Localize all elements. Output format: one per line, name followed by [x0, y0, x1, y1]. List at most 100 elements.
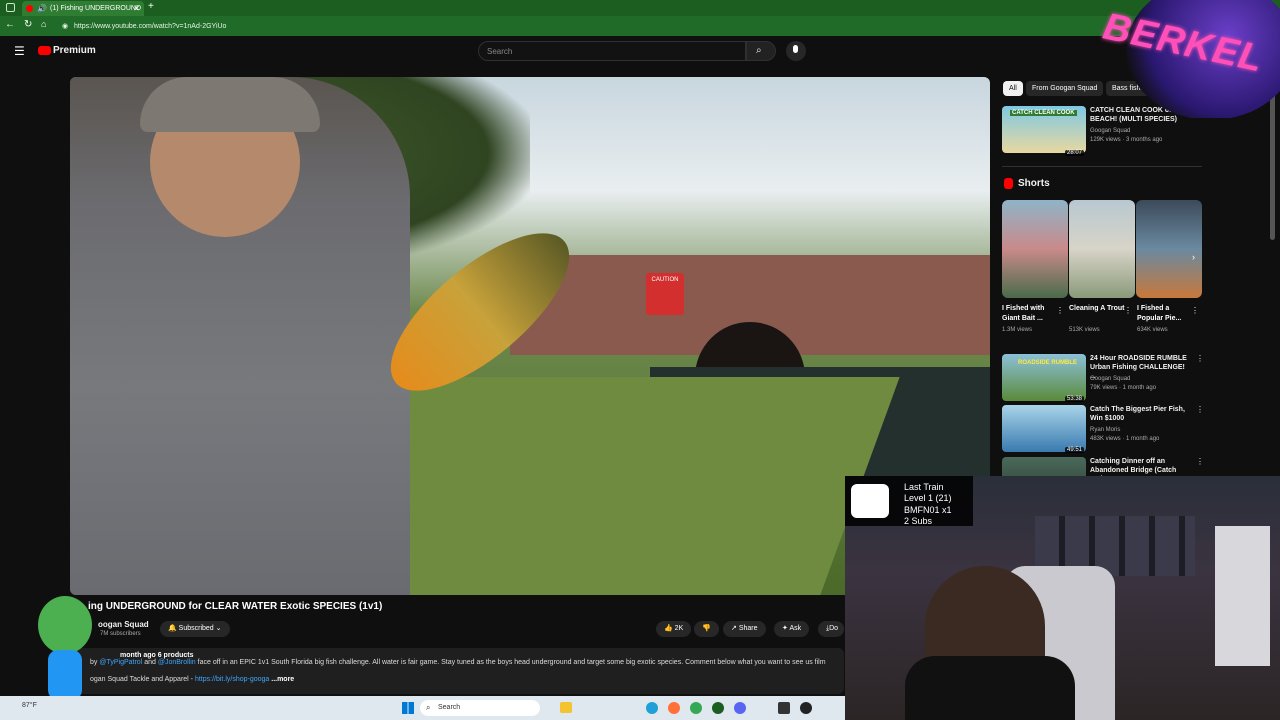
video-thumbnail[interactable]	[1002, 405, 1086, 452]
doorway	[1215, 526, 1270, 666]
video-meta: 79K views · 1 month ago	[1090, 385, 1157, 391]
recommended-video[interactable]: Catching Dinner off an Abandoned Bridge …	[1002, 457, 1202, 477]
premium-logo[interactable]: Premium	[53, 45, 96, 56]
close-tab-icon[interactable]: ✕	[133, 1, 140, 16]
chrome-icon[interactable]	[690, 702, 702, 714]
channel-name[interactable]: Googan Squad	[1090, 376, 1130, 382]
youtube-favicon-icon	[26, 5, 33, 12]
more-options-icon[interactable]: ⋮	[1191, 306, 1199, 315]
video-thumbnail[interactable]	[1002, 457, 1086, 477]
filter-chip-googan[interactable]: From Googan Squad	[1026, 81, 1104, 96]
taskbar-search[interactable]: ⌕ Search	[420, 700, 540, 716]
recommended-video[interactable]: ROADSIDE RUMBLE 53:38 24 Hour ROADSIDE R…	[1002, 354, 1204, 402]
video-thumbnail[interactable]: ROADSIDE RUMBLE	[1002, 354, 1086, 401]
download-label: Do	[829, 625, 839, 632]
browser-tab-bar	[0, 0, 1280, 16]
short-thumbnail[interactable]	[1002, 200, 1068, 298]
description-text: face off in an EPIC 1v1 South Florida bi…	[197, 659, 826, 666]
site-info-icon[interactable]: ◉	[62, 20, 68, 33]
video-title[interactable]: Catch The Biggest Pier Fish, Win $1000	[1090, 405, 1190, 423]
video-title: ing UNDERGROUND for CLEAR WATER Exotic S…	[88, 601, 383, 612]
file-explorer-icon[interactable]	[560, 702, 572, 713]
more-options-icon[interactable]: ⋮	[1196, 457, 1202, 466]
firefox-icon[interactable]	[668, 702, 680, 714]
url-field[interactable]: ◉ https://www.youtube.com/watch?v=1nAd-2…	[60, 20, 1090, 33]
video-description[interactable]: month ago 6 products by @TyPigPatrol and…	[72, 648, 844, 694]
description-meta: month ago 6 products	[80, 652, 836, 659]
speaker-icon[interactable]: 🔊	[37, 1, 47, 16]
ask-button[interactable]: ✦ Ask	[774, 621, 810, 637]
voice-search-button[interactable]	[786, 41, 806, 61]
like-button[interactable]: 👍 2K	[656, 621, 692, 637]
subscribe-label: Subscribed	[178, 625, 214, 632]
recommended-video[interactable]: 49:51 Catch The Biggest Pier Fish, Win $…	[1002, 405, 1204, 453]
hype-train-code: BMFN01 x1	[904, 505, 952, 515]
obs-icon[interactable]	[800, 702, 812, 714]
hype-train-level: Level 1 (21)	[904, 493, 952, 503]
home-icon[interactable]: ⌂	[41, 19, 46, 29]
app-icon[interactable]	[778, 702, 790, 714]
train-icon	[851, 484, 889, 518]
mention-link[interactable]: @JonBrollin	[158, 659, 196, 666]
weather-widget[interactable]: 87°F	[22, 702, 37, 709]
subscribe-button[interactable]: 🔔 Subscribed ⌄	[160, 621, 230, 637]
dislike-button[interactable]: 👎	[694, 621, 719, 637]
short-views: 513K views	[1069, 327, 1100, 333]
new-tab-icon[interactable]: +	[148, 1, 154, 12]
bell-icon: 🔔	[168, 625, 179, 632]
share-button[interactable]: ↗ Share	[723, 621, 766, 637]
menu-icon[interactable]: ☰	[14, 44, 25, 58]
search-icon: ⌕	[756, 45, 762, 56]
more-options-icon[interactable]: ⋮	[1056, 306, 1064, 315]
chevron-right-icon[interactable]: ›	[1192, 252, 1195, 262]
short-thumbnail[interactable]	[1136, 200, 1202, 298]
thumbnail-text: ROADSIDE RUMBLE	[1018, 360, 1078, 366]
hype-train-subs: 2 Subs	[904, 516, 933, 526]
channel-name[interactable]: Googan Squad	[1090, 128, 1130, 134]
thumbs-up-icon: 👍	[664, 625, 675, 632]
app-icon[interactable]	[712, 702, 724, 714]
video-title[interactable]: Catching Dinner off an Abandoned Bridge …	[1090, 457, 1190, 477]
tab-title: (1) Fishing UNDERGROUND	[50, 5, 142, 12]
angler-cap	[140, 77, 320, 132]
more-options-icon[interactable]: ⋮	[1196, 354, 1204, 363]
short-title[interactable]: I Fished with Giant Bait ...	[1002, 304, 1058, 324]
search-button[interactable]: ⌕	[746, 41, 776, 61]
divider	[1002, 166, 1202, 167]
description-meta-text: month ago 6 products	[120, 652, 194, 659]
edge-icon[interactable]	[646, 702, 658, 714]
search-input[interactable]: Search	[478, 41, 746, 61]
short-title[interactable]: I Fished a Popular Pie...	[1137, 304, 1193, 324]
filter-chip-all[interactable]: All	[1003, 81, 1023, 96]
alien-body	[48, 650, 82, 700]
discord-icon[interactable]	[734, 702, 746, 714]
browser-tab[interactable]: 🔊 (1) Fishing UNDERGROUND ✕	[22, 1, 144, 16]
windows-start-icon[interactable]	[402, 702, 414, 714]
short-views: 634K views	[1137, 327, 1168, 333]
streamer-shirt	[905, 656, 1075, 720]
video-duration: 53:38	[1064, 396, 1084, 402]
more-options-icon[interactable]: ⋮	[1196, 405, 1204, 414]
search-icon: ⌕	[426, 703, 431, 712]
like-count: 2K	[674, 625, 684, 632]
back-icon[interactable]: ←	[5, 19, 15, 30]
hype-train-name: Last Train	[904, 482, 944, 492]
shop-link[interactable]: https://bit.ly/shop-googa	[195, 676, 269, 683]
thumbs-down-icon: 👎	[702, 625, 711, 632]
berkel-logo: BERKEL	[1096, 0, 1280, 118]
show-more-button[interactable]: ...more	[271, 676, 294, 683]
more-options-icon[interactable]: ⋮	[1124, 306, 1132, 315]
reload-icon[interactable]: ↻	[24, 19, 32, 30]
url-text: https://www.youtube.com/watch?v=1nAd-2GY…	[74, 23, 227, 30]
video-thumbnail[interactable]: CATCH CLEAN COOK	[1002, 106, 1086, 153]
youtube-logo-icon[interactable]	[38, 46, 51, 55]
video-duration: 28:07	[1064, 150, 1084, 156]
video-meta: 483K views · 1 month ago	[1090, 436, 1160, 442]
channel-name[interactable]: Ryan Moris	[1090, 427, 1120, 433]
short-title[interactable]: Cleaning A Trout	[1069, 304, 1125, 314]
short-thumbnail[interactable]	[1069, 200, 1135, 298]
tab-actions-icon[interactable]	[6, 3, 15, 12]
caution-sign: CAUTION	[646, 273, 684, 315]
download-button[interactable]: ⤓Do	[818, 621, 844, 637]
shorts-icon	[1004, 178, 1013, 189]
